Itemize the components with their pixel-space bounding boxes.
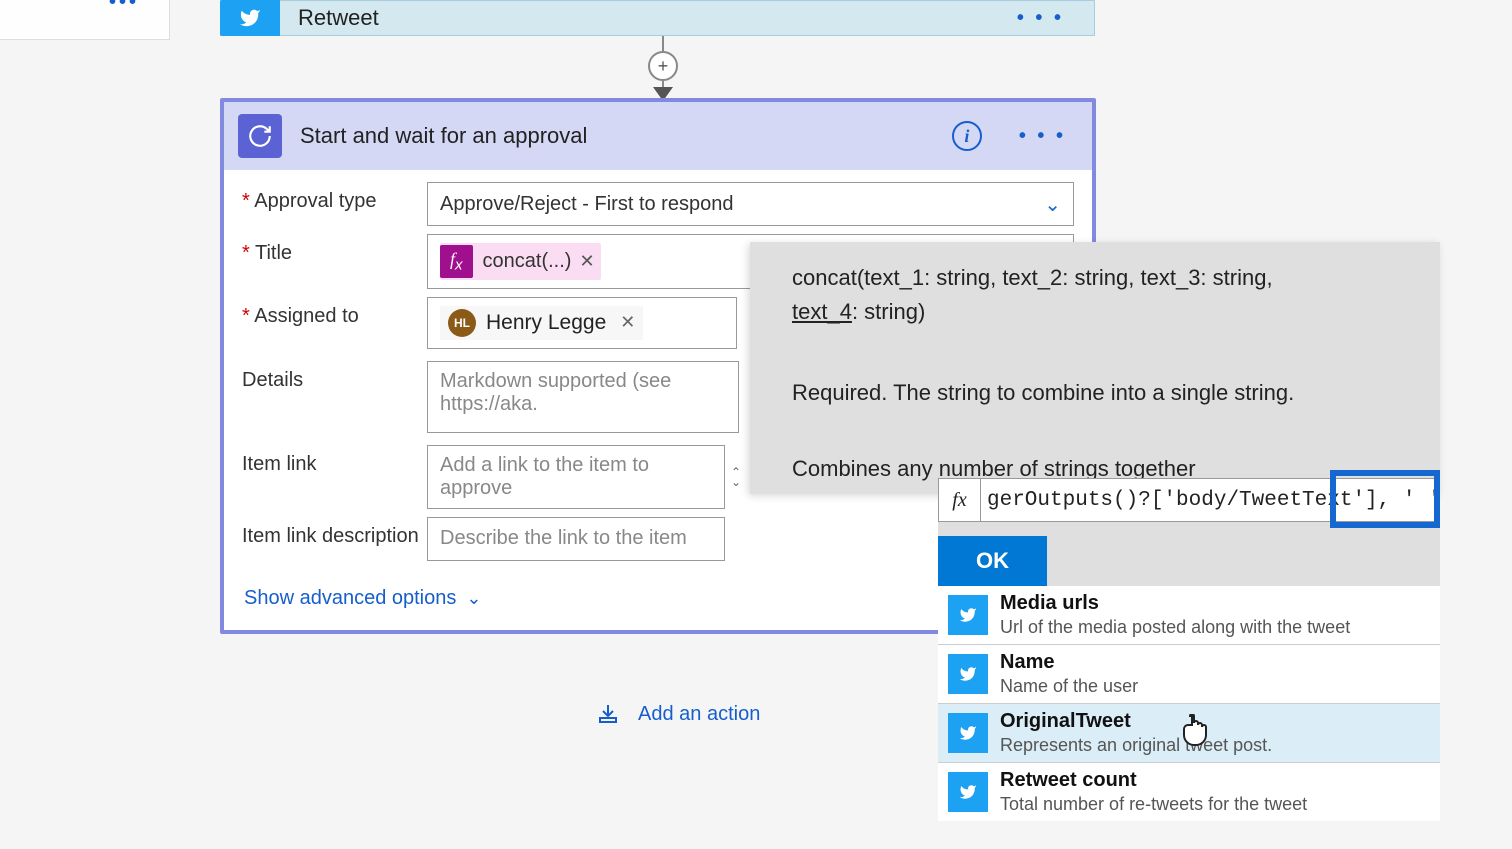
- dyn-item-media-urls[interactable]: Media urls Url of the media posted along…: [938, 586, 1440, 644]
- dynamic-content-list: Media urls Url of the media posted along…: [938, 586, 1440, 821]
- retweet-menu-icon[interactable]: • • •: [987, 7, 1094, 30]
- add-step-button[interactable]: +: [648, 51, 678, 81]
- show-advanced-toggle[interactable]: Show advanced options ⌄: [242, 569, 483, 630]
- tooltip-current-arg: text_4: [792, 299, 852, 324]
- assigned-to-input[interactable]: HL Henry Legge ✕: [427, 297, 737, 349]
- tooltip-sig-line2: : string): [852, 299, 925, 324]
- tooltip-sig-line1: concat(text_1: string, text_2: string, t…: [792, 265, 1273, 290]
- connector-line: [662, 36, 664, 51]
- label-item-link: Item link: [242, 445, 427, 476]
- twitter-icon: [948, 654, 988, 694]
- tooltip-required: Required. The string to combine into a s…: [792, 380, 1416, 406]
- card-menu-icon[interactable]: •••: [109, 0, 139, 14]
- twitter-icon: [948, 595, 988, 635]
- dyn-item-desc: Represents an original tweet post.: [1000, 735, 1272, 756]
- approval-menu-icon[interactable]: • • •: [1007, 125, 1078, 148]
- label-title: Title: [242, 234, 427, 265]
- remove-assignee-icon[interactable]: ✕: [620, 312, 635, 333]
- approval-header: Start and wait for an approval i • • •: [224, 102, 1092, 170]
- twitter-icon: [948, 772, 988, 812]
- dyn-item-retweet-count[interactable]: Retweet count Total number of re-tweets …: [938, 762, 1440, 821]
- avatar: HL: [448, 309, 476, 337]
- approval-title: Start and wait for an approval: [300, 123, 952, 149]
- approval-type-dropdown[interactable]: Approve/Reject - First to respond ⌄: [427, 182, 1074, 226]
- refresh-check-icon: [247, 123, 273, 149]
- dyn-item-desc: Total number of re-tweets for the tweet: [1000, 794, 1307, 815]
- chevron-down-icon[interactable]: ⌄: [731, 477, 741, 487]
- chevron-down-icon: ⌄: [466, 588, 481, 609]
- item-link-placeholder: Add a link to the item to approve: [440, 454, 712, 500]
- label-approval-type: Approval type: [242, 182, 427, 213]
- fx-token: fx concat(...) ✕: [440, 243, 601, 280]
- approval-type-value: Approve/Reject - First to respond: [440, 193, 733, 216]
- item-link-input[interactable]: Add a link to the item to approve: [427, 445, 725, 509]
- expression-input-row: fx gerOutputs()?['body/TweetText'], ' ',…: [938, 478, 1440, 522]
- expression-input[interactable]: gerOutputs()?['body/TweetText'], ' ', |: [981, 489, 1439, 512]
- ok-button[interactable]: OK: [938, 536, 1047, 586]
- insert-action-icon: [596, 702, 620, 726]
- function-tooltip: concat(text_1: string, text_2: string, t…: [750, 242, 1440, 494]
- dyn-item-name[interactable]: Name Name of the user: [938, 644, 1440, 703]
- tooltip-signature: concat(text_1: string, text_2: string, t…: [792, 262, 1416, 330]
- collapsed-step-card: •••: [0, 0, 170, 40]
- dyn-item-desc: Url of the media posted along with the t…: [1000, 617, 1350, 638]
- row-approval-type: Approval type Approve/Reject - First to …: [242, 182, 1074, 226]
- show-advanced-label: Show advanced options: [244, 587, 456, 610]
- retweet-step: Retweet • • •: [220, 0, 1095, 36]
- fx-icon: fx: [939, 479, 981, 521]
- fx-icon: fx: [440, 245, 473, 278]
- add-action-label: Add an action: [638, 703, 760, 726]
- item-link-desc-placeholder: Describe the link to the item: [440, 527, 687, 550]
- dyn-item-original-tweet[interactable]: OriginalTweet Represents an original twe…: [938, 703, 1440, 762]
- item-link-desc-input[interactable]: Describe the link to the item: [427, 517, 725, 561]
- assignee-name: Henry Legge: [486, 311, 606, 335]
- twitter-bird-icon: [237, 7, 263, 29]
- approval-icon: [238, 114, 282, 158]
- label-details: Details: [242, 361, 427, 392]
- fx-token-text: concat(...): [483, 250, 572, 273]
- dyn-item-title: Name: [1000, 651, 1138, 674]
- label-assigned-to: Assigned to: [242, 297, 427, 328]
- flow-connector: +: [648, 36, 678, 101]
- expression-panel: fx gerOutputs()?['body/TweetText'], ' ',…: [938, 478, 1440, 586]
- retweet-title: Retweet: [298, 5, 987, 31]
- twitter-icon: [220, 0, 280, 36]
- add-action-button[interactable]: Add an action: [596, 702, 760, 726]
- remove-token-icon[interactable]: ✕: [579, 251, 594, 272]
- details-input[interactable]: Markdown supported (see https://aka.: [427, 361, 739, 433]
- info-icon[interactable]: i: [952, 121, 982, 151]
- assignee-chip: HL Henry Legge ✕: [440, 306, 643, 340]
- details-placeholder: Markdown supported (see https://aka.: [440, 370, 726, 416]
- dyn-item-title: OriginalTweet: [1000, 710, 1272, 733]
- dyn-item-title: Media urls: [1000, 592, 1350, 615]
- twitter-icon: [948, 713, 988, 753]
- count-spinner[interactable]: ⌃ ⌄: [731, 467, 741, 487]
- label-item-link-desc: Item link description: [242, 517, 427, 548]
- dyn-item-title: Retweet count: [1000, 769, 1307, 792]
- chevron-down-icon: ⌄: [1044, 192, 1061, 217]
- dyn-item-desc: Name of the user: [1000, 676, 1138, 697]
